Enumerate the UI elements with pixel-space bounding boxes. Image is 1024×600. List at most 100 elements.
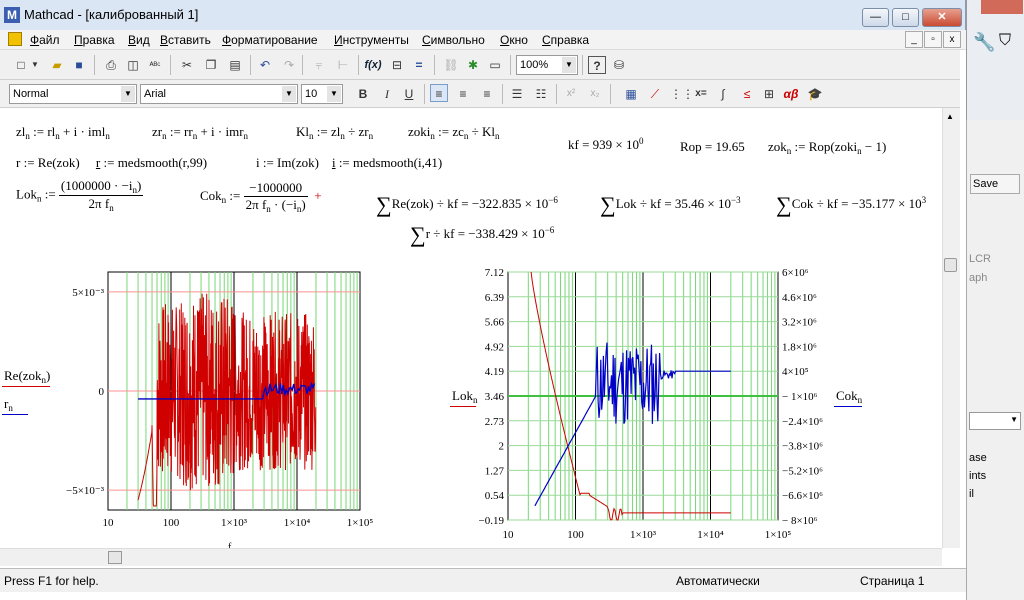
copy-icon[interactable]: ❐ — [202, 56, 220, 74]
plot2-y-tick-left: 7.12 — [485, 267, 504, 279]
graph-icon[interactable]: ⟋ — [646, 85, 664, 103]
run-script-icon[interactable]: ▭ — [486, 56, 504, 74]
align-left-icon[interactable]: ⊢ — [334, 56, 352, 74]
plot1-y-tick: 0 — [99, 386, 105, 398]
eq-sum-re[interactable]: ∑Re(zok) ÷ kf = −322.835 × 10−6 — [376, 192, 558, 218]
eq-sum-lok[interactable]: ∑Lok ÷ kf = 35.46 × 10−3 — [600, 192, 741, 218]
help-icon[interactable]: ? — [588, 56, 606, 74]
eq-zok[interactable]: zokn := Rop(zokin − 1) — [768, 139, 886, 156]
evaluation-icon[interactable]: x= — [692, 85, 710, 103]
spell-check-icon[interactable]: ᴬᴮᶜ — [146, 56, 164, 74]
plot2-x-tick: 10 — [503, 529, 515, 541]
plot1-y-tick: 5×10⁻³ — [72, 287, 105, 299]
align-left-text-icon[interactable]: ≡ — [430, 84, 448, 102]
paste-icon[interactable]: ▤ — [226, 56, 244, 74]
redo-icon[interactable]: ↷ — [280, 56, 298, 74]
font-select[interactable]: Arial ▼ — [140, 84, 298, 104]
save-icon[interactable]: ■ — [70, 56, 88, 74]
insert-unit-icon[interactable]: ⊟ — [388, 56, 406, 74]
eq-zr[interactable]: zrn := rrn + i · imrn — [152, 124, 248, 141]
plot2-x-tick: 100 — [567, 529, 584, 541]
align-center-text-icon[interactable]: ≡ — [454, 85, 472, 103]
italic-button[interactable]: I — [378, 85, 396, 103]
minimize-button[interactable]: — — [862, 8, 889, 27]
new-icon[interactable]: □ — [12, 56, 30, 74]
symbolic-icon[interactable]: 🎓 — [806, 85, 824, 103]
align-right-text-icon[interactable]: ≡ — [478, 85, 496, 103]
eq-kl[interactable]: Kln := zln ÷ zrn — [296, 124, 373, 141]
bg-save-button[interactable]: Save — [970, 174, 1020, 194]
plot2-y-tick-left: 1.27 — [485, 465, 505, 477]
chevron-down-icon: ▼ — [121, 86, 135, 102]
greek-icon[interactable]: αβ — [782, 85, 800, 103]
menu-3[interactable]: Вставить — [160, 33, 211, 47]
insert-hyperlink-icon[interactable]: ⛓ — [442, 56, 460, 74]
menu-6[interactable]: Символьно — [422, 33, 485, 47]
worksheet[interactable]: zln := rln + i · imln zrn := rrn + i · i… — [0, 108, 942, 548]
insert-function-icon[interactable]: f(x) — [364, 56, 382, 74]
eq-lok[interactable]: Lokn := (1000000 · −in) 2π fn — [16, 178, 144, 213]
new-dropdown-icon[interactable]: ▼ — [30, 56, 40, 74]
chevron-down-icon: ▼ — [327, 86, 341, 102]
eq-cok[interactable]: Cokn := −1000000 2π fn · (−in) + — [200, 180, 322, 214]
plot2-y-tick-right: −5.2×10⁶ — [782, 465, 823, 477]
wrench-icon[interactable]: 🔧 — [973, 32, 995, 53]
resource-center-icon[interactable]: ⛁ — [610, 56, 628, 74]
matrix-icon[interactable]: ⋮⋮ — [670, 85, 694, 103]
eq-zoki[interactable]: zokin := zcn ÷ Kln — [408, 124, 500, 141]
bullets-icon[interactable]: ☰ — [508, 85, 526, 103]
cut-icon[interactable]: ✂ — [178, 56, 196, 74]
font-size-select[interactable]: 10 ▼ — [301, 84, 343, 104]
vertical-scrollbar[interactable]: ▲ — [942, 108, 960, 548]
bold-button[interactable]: B — [354, 85, 372, 103]
plot-lok-cok[interactable]: 7.12 6.39 5.66 4.92 4.19 3.46 2.73 2 1.27 0.54 −0.… — [470, 258, 842, 548]
zoom-select[interactable]: 100% ▼ — [516, 55, 578, 75]
bg-select[interactable]: ▼ — [969, 412, 1021, 430]
scroll-up-icon[interactable]: ▲ — [946, 112, 954, 121]
eq-zl[interactable]: zln := rln + i · imln — [16, 124, 110, 141]
close-button[interactable]: ✕ — [922, 8, 962, 27]
maximize-button[interactable]: □ — [892, 8, 919, 27]
eq-sum-cok[interactable]: ∑Cok ÷ kf = −35.177 × 103 — [776, 192, 926, 218]
horizontal-scroll-thumb[interactable] — [108, 551, 122, 564]
eq-r[interactable]: r := Re(zok) r := medsmooth(r,99) — [16, 155, 207, 171]
plot-re-zok[interactable]: 5×10⁻³ 0 −5×10⁻³ 10 100 1×10³ 1×10⁴ 1×10⁵ — [0, 258, 420, 548]
eq-sum-r[interactable]: ∑r ÷ kf = −338.429 × 10−6 — [410, 222, 554, 248]
calculate-icon[interactable]: = — [410, 56, 428, 74]
horizontal-scrollbar[interactable] — [0, 548, 942, 566]
mdi-restore-button[interactable]: ▫ — [924, 31, 942, 48]
eq-i[interactable]: i := Im(zok) i := medsmooth(i,41) — [256, 155, 442, 171]
menu-7[interactable]: Окно — [500, 33, 528, 47]
standard-toolbar: □ ▼ ▰ ■ ⎙ ◫ ᴬᴮᶜ ✂ ❐ ▤ ↶ ↷ ⫧ ⊢ f(x) ⊟ = ⛓… — [0, 50, 960, 80]
style-select[interactable]: Normal ▼ — [9, 84, 137, 104]
subscript-icon[interactable]: x₂ — [586, 85, 604, 103]
mdi-close-button[interactable]: x — [943, 31, 961, 48]
vertical-scroll-thumb[interactable] — [944, 258, 957, 272]
print-preview-icon[interactable]: ◫ — [124, 56, 142, 74]
component-wizard-icon[interactable]: ✱ — [464, 56, 482, 74]
calculator-icon[interactable]: ▦ — [622, 85, 640, 103]
plot2-y-tick-right: −3.8×10⁶ — [782, 441, 823, 453]
plot1-x-tick: 1×10⁴ — [284, 517, 311, 529]
open-icon[interactable]: ▰ — [48, 56, 66, 74]
menu-5[interactable]: Инструменты — [334, 33, 409, 47]
boolean-icon[interactable]: ≤ — [738, 85, 756, 103]
menu-4[interactable]: Форматирование — [222, 33, 318, 47]
menu-1[interactable]: Правка — [74, 33, 115, 47]
menu-0[interactable]: Файл — [30, 33, 60, 47]
programming-icon[interactable]: ⊞ — [760, 85, 778, 103]
plot2-y-tick-right: 6×10⁶ — [782, 267, 809, 279]
mdi-minimize-button[interactable]: _ — [905, 31, 923, 48]
superscript-icon[interactable]: x² — [562, 85, 580, 103]
calculus-icon[interactable]: ∫ — [714, 85, 732, 103]
align-top-icon[interactable]: ⫧ — [310, 56, 328, 74]
underline-button[interactable]: U — [400, 85, 418, 103]
undo-icon[interactable]: ↶ — [256, 56, 274, 74]
numbering-icon[interactable]: ☷ — [532, 85, 550, 103]
eq-rop[interactable]: Rop = 19.65 — [680, 139, 745, 155]
menu-8[interactable]: Справка — [542, 33, 589, 47]
print-icon[interactable]: ⎙ — [102, 56, 120, 74]
menu-2[interactable]: Вид — [128, 33, 150, 47]
eq-kf[interactable]: kf = 939 × 100 — [568, 136, 644, 153]
bookmark-icon[interactable]: ⛉ — [999, 32, 1011, 50]
